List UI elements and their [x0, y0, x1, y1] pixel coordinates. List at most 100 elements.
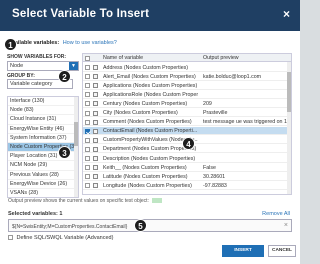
variable-preview: Prasteville: [203, 110, 228, 117]
variable-name: Longitude (Nodes Custom Properties): [103, 182, 192, 189]
remove-all-link[interactable]: Remove All: [262, 211, 290, 217]
dialog-title: Select Variable To Insert: [12, 8, 150, 20]
show-variables-value: Node: [10, 63, 24, 69]
preview-note: Output preview shows the current values …: [8, 198, 163, 204]
step-badge-5: 5: [134, 219, 147, 232]
step-badge-2: 2: [58, 70, 71, 83]
row-checkbox[interactable]: [85, 165, 90, 171]
table-row[interactable]: Century (Nodes Custom Properties) 209: [83, 99, 289, 108]
table-scrollbar[interactable]: [287, 62, 291, 194]
variable-icon: [93, 110, 98, 116]
variable-icon: [93, 101, 98, 107]
table-row[interactable]: Address (Nodes Custom Properties): [83, 63, 289, 72]
insert-variable-button[interactable]: INSERT VARIABLE: [222, 245, 264, 264]
row-checkbox[interactable]: [85, 183, 90, 189]
table-row[interactable]: Comment (Nodes Custom Properties) test me…: [83, 118, 289, 127]
variable-name: Description (Nodes Custom Properties): [103, 155, 196, 162]
group-list-item[interactable]: Previous Values (28): [8, 171, 78, 180]
variables-table: Name of variable Output preview Address …: [82, 53, 292, 195]
variable-icon: [93, 119, 98, 125]
variable-preview: 30.28601: [203, 173, 226, 180]
preview-note-text: Output preview shows the current values …: [8, 198, 149, 204]
variable-icon: [93, 183, 98, 189]
table-row[interactable]: Keith__ (Nodes Custom Properties) False: [83, 163, 289, 172]
step-badge-1: 1: [4, 38, 17, 51]
group-list-item[interactable]: NCM Node (29): [8, 161, 78, 171]
step-badge-3: 3: [58, 146, 71, 159]
define-sql-checkbox[interactable]: [8, 235, 13, 241]
variable-name: Latitude (Nodes Custom Properties): [103, 173, 188, 180]
table-row[interactable]: City (Nodes Custom Properties) Prastevill…: [83, 109, 289, 118]
row-checkbox[interactable]: [85, 110, 90, 116]
group-list-item[interactable]: Cloud Instance (31): [8, 115, 78, 125]
selected-variable-field[interactable]: ${N=SwisEntity;M=CustomProperties.Contac…: [8, 219, 292, 232]
variable-icon: [93, 128, 98, 134]
dialog-titlebar: Select Variable To Insert ×: [0, 0, 300, 31]
chevron-down-icon: ▼: [69, 62, 78, 70]
variable-name: Address (Nodes Custom Properties): [103, 64, 189, 71]
variable-preview: katie.bolduc@loop1.com: [203, 73, 262, 80]
show-variables-label: SHOW VARIABLES FOR:: [7, 54, 67, 60]
table-row[interactable]: Alert_Email (Nodes Custom Properties) kat…: [83, 72, 289, 81]
cancel-button[interactable]: CANCEL: [268, 245, 296, 257]
group-list-item[interactable]: System Information (37): [8, 134, 78, 143]
group-list-item[interactable]: VSANs (28): [8, 189, 78, 197]
variable-icon: [93, 174, 98, 180]
row-checkbox[interactable]: [85, 101, 90, 107]
table-row[interactable]: Description (Nodes Custom Properties): [83, 154, 289, 163]
variable-icon: [93, 156, 98, 161]
variable-name: Alert_Email (Nodes Custom Properties): [103, 73, 196, 80]
close-icon[interactable]: ×: [283, 7, 290, 21]
variable-icon: [93, 74, 98, 80]
select-variable-dialog: Select Variable To Insert × Available va…: [0, 0, 300, 264]
table-row[interactable]: ApplicationsRole (Nodes Custom Properti.…: [83, 90, 289, 99]
variable-icon: [93, 137, 98, 143]
table-row[interactable]: ContactEmail (Nodes Custom Properti...: [83, 126, 289, 136]
variable-name: ApplicationsRole (Nodes Custom Properti.…: [103, 91, 198, 98]
test-object-selector[interactable]: [152, 198, 163, 204]
variable-name: Applications (Nodes Custom Properties): [103, 82, 198, 89]
show-variables-select[interactable]: Node ▼: [7, 61, 79, 71]
variable-icon: [93, 146, 98, 152]
col-name-header: Name of variable: [103, 55, 144, 61]
group-list-item[interactable]: EnergyWise Entity (46): [8, 125, 78, 134]
table-row[interactable]: Longitude (Nodes Custom Properties) -97.8…: [83, 181, 289, 190]
group-list-item[interactable]: Interface (130): [8, 97, 78, 107]
variable-icon: [93, 165, 98, 171]
variable-icon: [93, 83, 98, 89]
variable-preview: test message ue was triggered on 1/30: [203, 119, 287, 126]
variable-name: ContactEmail (Nodes Custom Properti...: [103, 128, 198, 135]
variable-icon: [93, 92, 98, 98]
remove-variable-icon[interactable]: ×: [284, 222, 288, 229]
row-checkbox[interactable]: [85, 74, 90, 80]
variable-icon: [93, 65, 98, 70]
variable-name: Century (Nodes Custom Properties): [103, 100, 188, 107]
group-list-item[interactable]: Node (83): [8, 106, 78, 116]
select-all-checkbox[interactable]: [85, 55, 90, 61]
table-row[interactable]: Applications (Nodes Custom Properties): [83, 81, 289, 90]
row-checkbox[interactable]: [85, 146, 90, 152]
define-sql-label: Define SQL/SWQL Variable (Advanced): [16, 235, 114, 241]
variable-name: City (Nodes Custom Properties): [103, 110, 178, 117]
group-list-item[interactable]: EnergyWise Device (26): [8, 180, 78, 189]
table-row[interactable]: Latitude (Nodes Custom Properties) 30.286…: [83, 172, 289, 181]
row-checkbox[interactable]: [85, 156, 90, 161]
row-checkbox[interactable]: [85, 128, 90, 134]
selected-variable-expression: ${N=SwisEntity;M=CustomProperties.Contac…: [12, 223, 128, 230]
group-list-scrollbar[interactable]: [74, 97, 78, 197]
variable-preview: -97.82883: [203, 182, 227, 189]
row-checkbox[interactable]: [85, 65, 90, 70]
variable-preview: False: [203, 164, 216, 171]
define-sql-option[interactable]: Define SQL/SWQL Variable (Advanced): [8, 235, 113, 241]
col-preview-header: Output preview: [203, 55, 239, 61]
step-badge-4: 4: [182, 137, 195, 150]
row-checkbox[interactable]: [85, 119, 90, 125]
variable-preview: 209: [203, 100, 212, 107]
variable-name: Comment (Nodes Custom Properties): [103, 119, 192, 126]
how-to-use-link[interactable]: How to use variables?: [63, 40, 117, 46]
row-checkbox[interactable]: [85, 174, 90, 180]
row-checkbox[interactable]: [85, 137, 90, 143]
row-checkbox[interactable]: [85, 83, 90, 89]
row-checkbox[interactable]: [85, 92, 90, 98]
table-header: Name of variable Output preview: [83, 54, 291, 62]
